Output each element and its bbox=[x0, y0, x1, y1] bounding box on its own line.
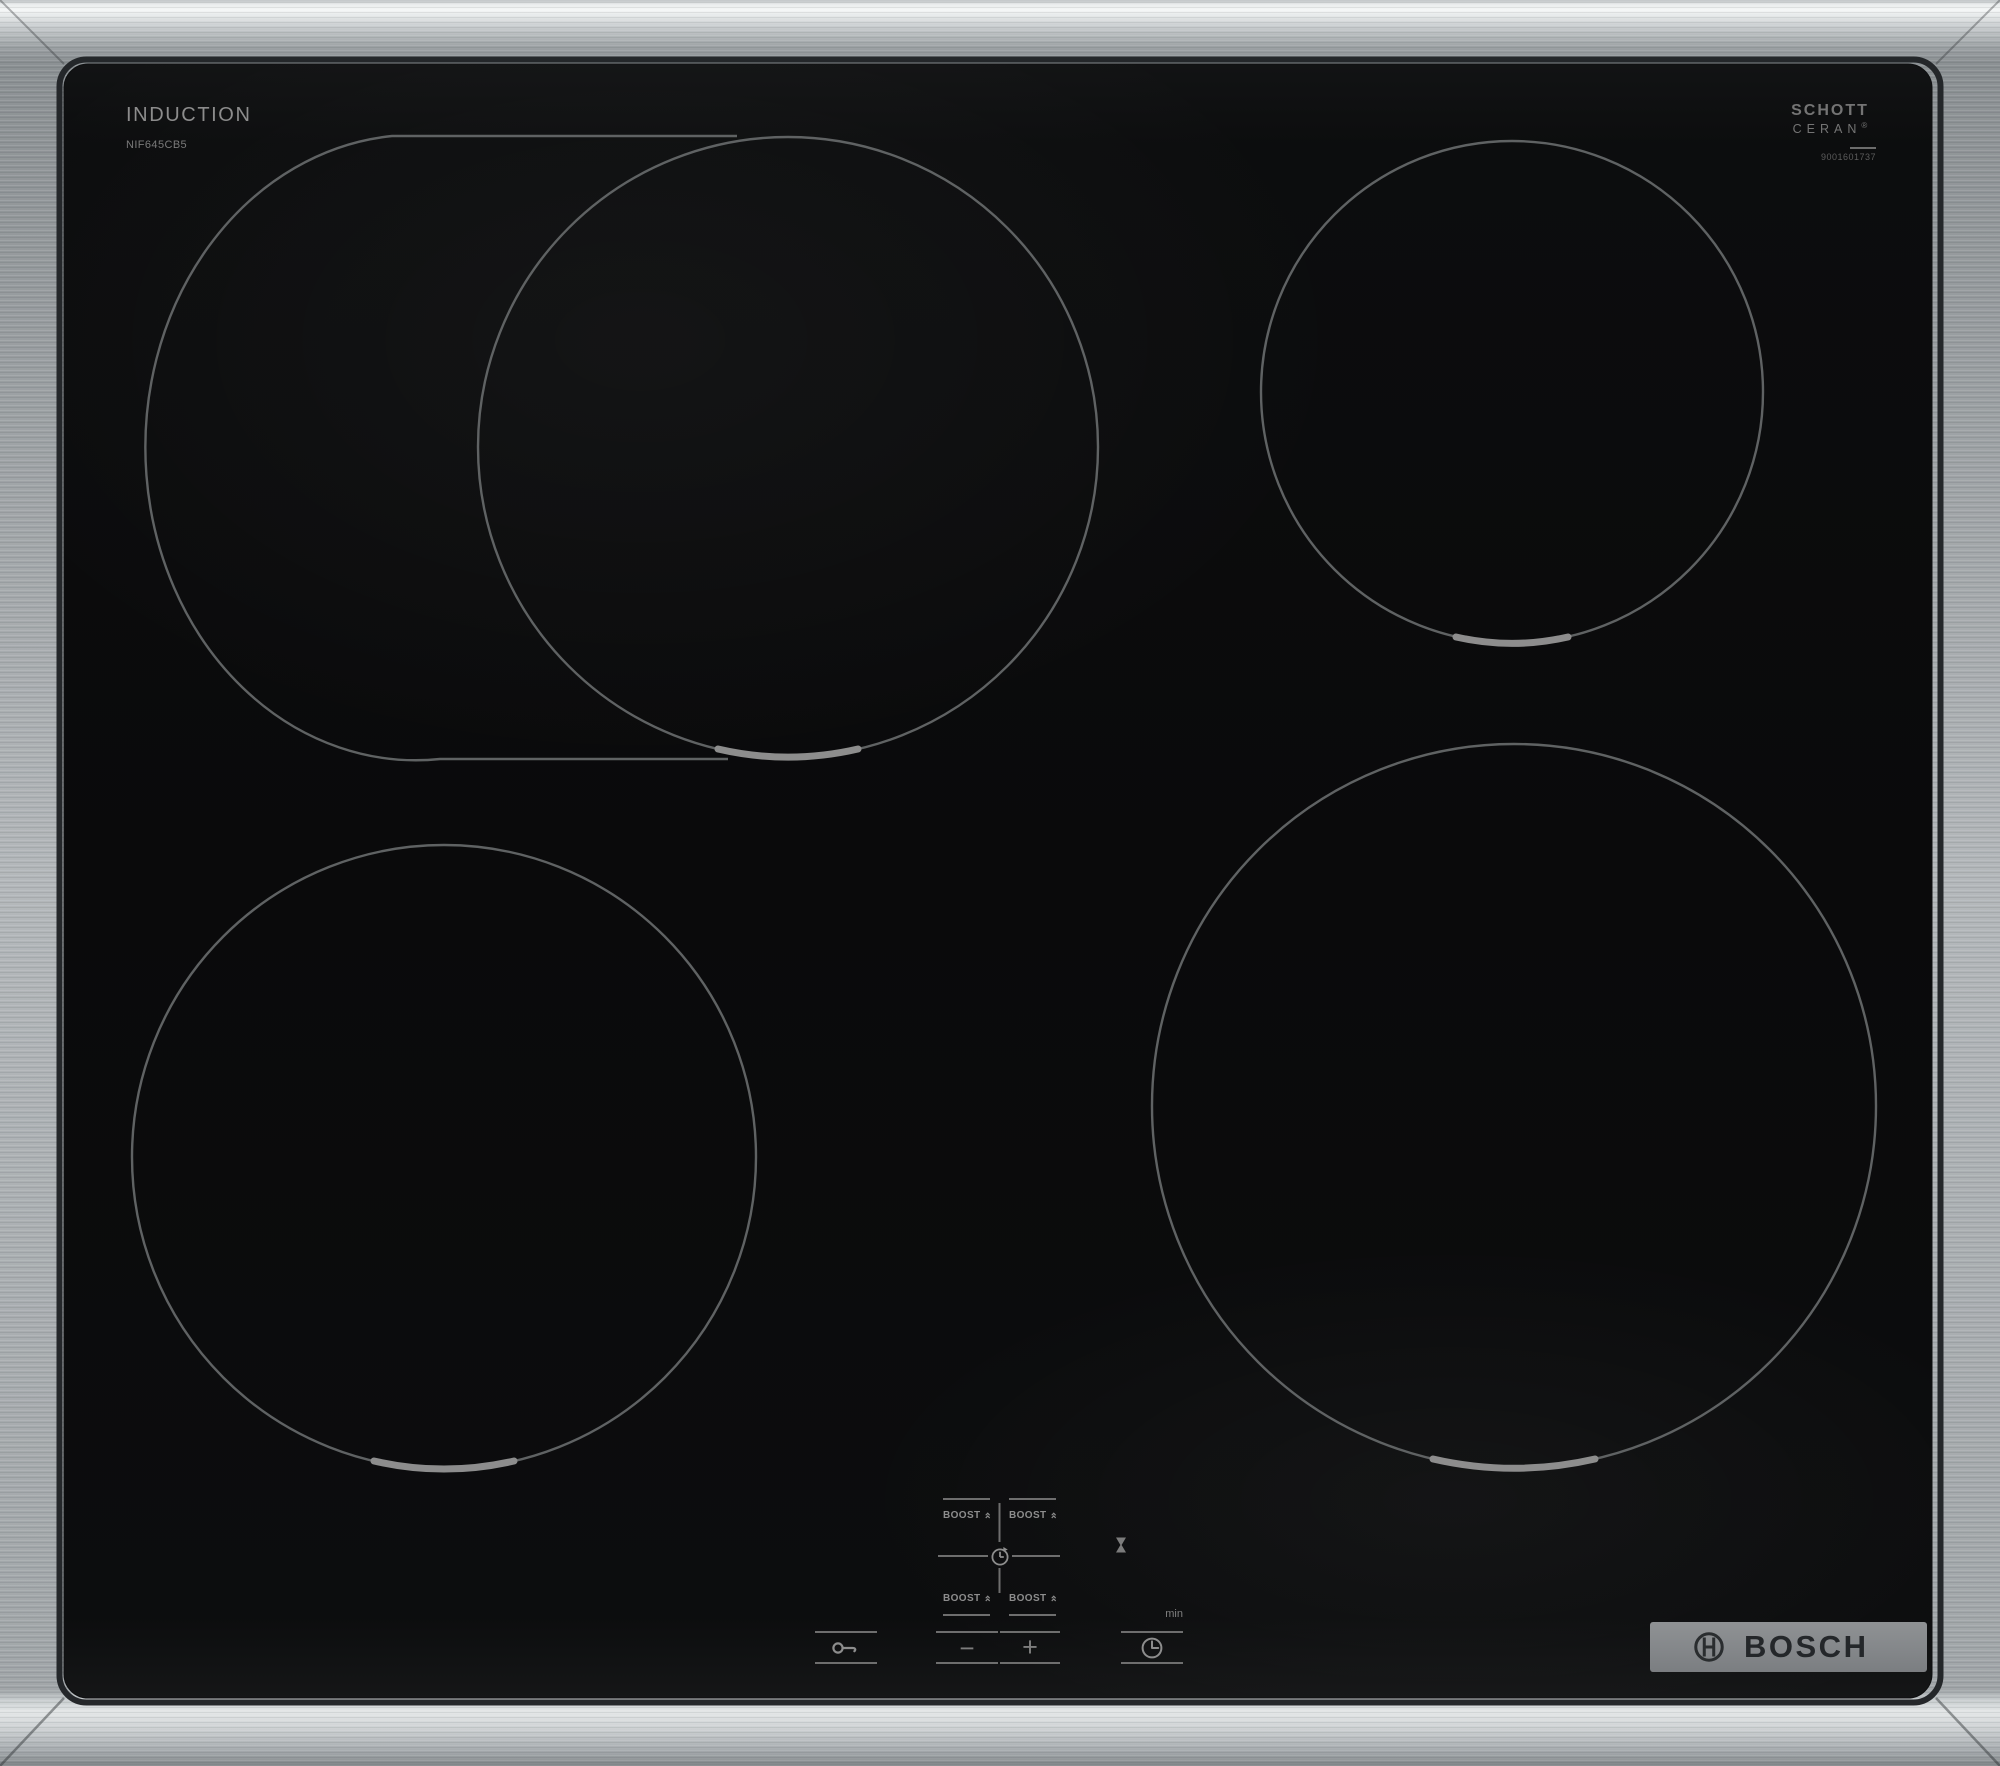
model-number-label: NIF645CB5 bbox=[126, 139, 188, 151]
boost-button-front-right[interactable]: BOOST bbox=[1009, 1583, 1056, 1616]
brand-badge: BOSCH bbox=[1650, 1622, 1927, 1672]
registered-mark: ® bbox=[1861, 120, 1868, 130]
schott-wordmark: SCHOTT bbox=[1791, 102, 1869, 119]
timer-unit-label: min bbox=[1165, 1608, 1183, 1620]
boost-button-front-left[interactable]: BOOST bbox=[943, 1583, 990, 1616]
timer-zone-select-button[interactable] bbox=[985, 1541, 1015, 1571]
plus-glyph: + bbox=[1022, 1632, 1038, 1662]
boost-label: BOOST bbox=[1009, 1510, 1047, 1521]
double-chevron-up-icon bbox=[984, 1595, 990, 1602]
ceran-underline bbox=[1850, 147, 1876, 149]
boost-label: BOOST bbox=[1009, 1593, 1047, 1604]
boost-button-rear-left[interactable]: BOOST bbox=[943, 1498, 990, 1531]
induction-hob-photo: INDUCTION NIF645CB5 SCHOTT CERAN® 900160… bbox=[0, 0, 2000, 1766]
double-chevron-up-icon bbox=[1050, 1595, 1056, 1602]
brand-wordmark: BOSCH bbox=[1744, 1629, 1869, 1664]
bosch-armature-icon bbox=[1694, 1632, 1724, 1662]
boost-label: BOOST bbox=[943, 1510, 981, 1521]
child-lock-button[interactable] bbox=[815, 1631, 877, 1664]
clock-icon bbox=[1141, 1637, 1163, 1658]
boost-button-rear-right[interactable]: BOOST bbox=[1009, 1498, 1056, 1531]
product-type-label: INDUCTION bbox=[126, 104, 252, 126]
double-chevron-up-icon bbox=[984, 1512, 990, 1519]
glass-brand-logo: SCHOTT CERAN® bbox=[1760, 102, 1900, 137]
clock-arrow-icon bbox=[991, 1547, 1009, 1566]
boost-label: BOOST bbox=[943, 1593, 981, 1604]
ceran-wordmark: CERAN® bbox=[1792, 120, 1868, 136]
double-chevron-up-icon bbox=[1050, 1512, 1056, 1519]
cooktop-graphic bbox=[0, 0, 2000, 1766]
glass-print-number: 9001601737 bbox=[1820, 152, 1876, 162]
power-plus-button[interactable]: + bbox=[1000, 1631, 1060, 1664]
power-minus-button[interactable]: − bbox=[936, 1631, 998, 1664]
key-icon bbox=[832, 1641, 857, 1654]
minus-glyph: − bbox=[959, 1632, 975, 1663]
hourglass-icon bbox=[1110, 1534, 1132, 1556]
timer-button[interactable] bbox=[1121, 1631, 1183, 1664]
